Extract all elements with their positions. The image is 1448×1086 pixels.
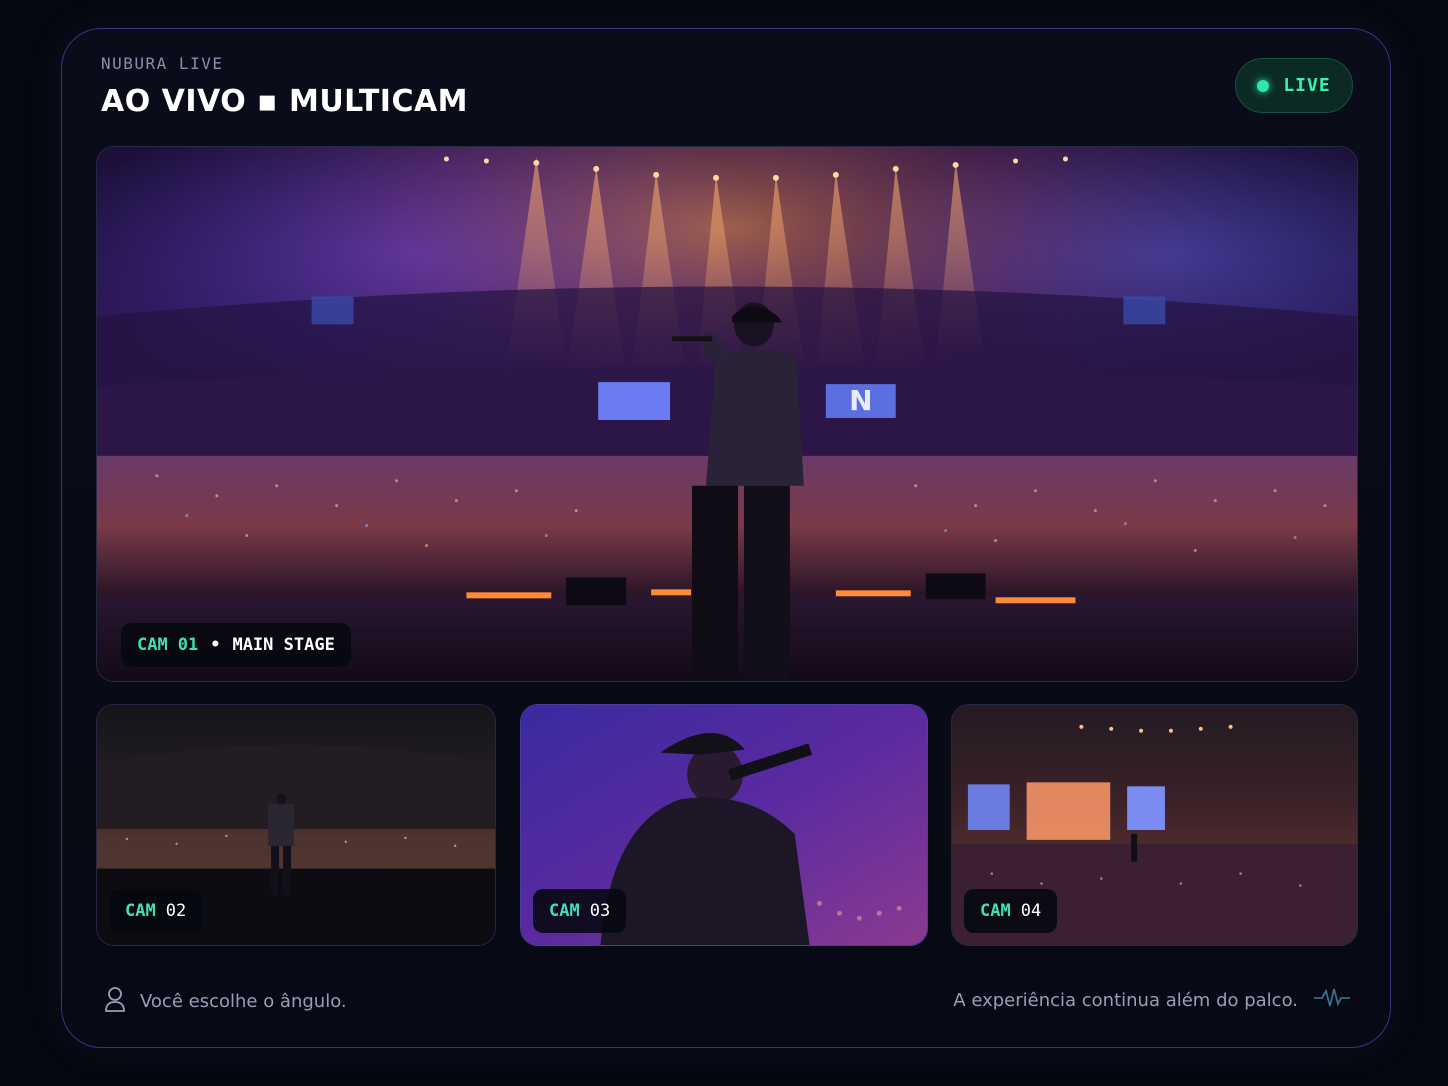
cam-word: CAM xyxy=(137,635,168,655)
camera-thumbnail-03[interactable]: CAM 03 xyxy=(520,704,928,946)
page-title: AO VIVO ▪ MULTICAM xyxy=(101,84,469,119)
camera-label-02: CAM 02 xyxy=(109,889,203,933)
audio-wave-icon xyxy=(1312,986,1352,1015)
cam-separator: • xyxy=(210,635,221,655)
live-status-badge: LIVE xyxy=(1235,58,1353,113)
live-status-label: LIVE xyxy=(1283,75,1331,96)
footer-right: A experiência continua além do palco. xyxy=(953,986,1352,1015)
camera-label-04: CAM 04 xyxy=(964,889,1058,933)
camera-main-view[interactable]: N CAM 01 • MAIN STAGE xyxy=(96,146,1358,682)
concert-main-stage-image: N xyxy=(97,147,1357,681)
cam-number: 02 xyxy=(165,901,187,921)
cam-word: CAM xyxy=(980,901,1011,921)
svg-text:N: N xyxy=(849,384,872,417)
live-dot-icon xyxy=(1257,79,1270,92)
cam-name: MAIN STAGE xyxy=(232,635,335,655)
camera-thumbnail-04[interactable]: CAM 04 xyxy=(951,704,1358,946)
footer-tagline-right: A experiência continua além do palco. xyxy=(953,990,1298,1011)
cam-number: 03 xyxy=(589,901,611,921)
footer-left: Você escolhe o ângulo. xyxy=(104,986,347,1017)
user-icon xyxy=(104,986,126,1017)
cam-number: 01 xyxy=(177,635,199,655)
cam-word: CAM xyxy=(549,901,580,921)
camera-thumbnail-02[interactable]: CAM 02 xyxy=(96,704,496,946)
camera-label-03: CAM 03 xyxy=(533,889,627,933)
cam-number: 04 xyxy=(1020,901,1042,921)
cam-word: CAM xyxy=(125,901,156,921)
footer-tagline-left: Você escolhe o ângulo. xyxy=(140,991,347,1012)
brand-label: NUBURA LIVE xyxy=(101,54,224,73)
camera-label-main: CAM 01 • MAIN STAGE xyxy=(121,623,351,667)
